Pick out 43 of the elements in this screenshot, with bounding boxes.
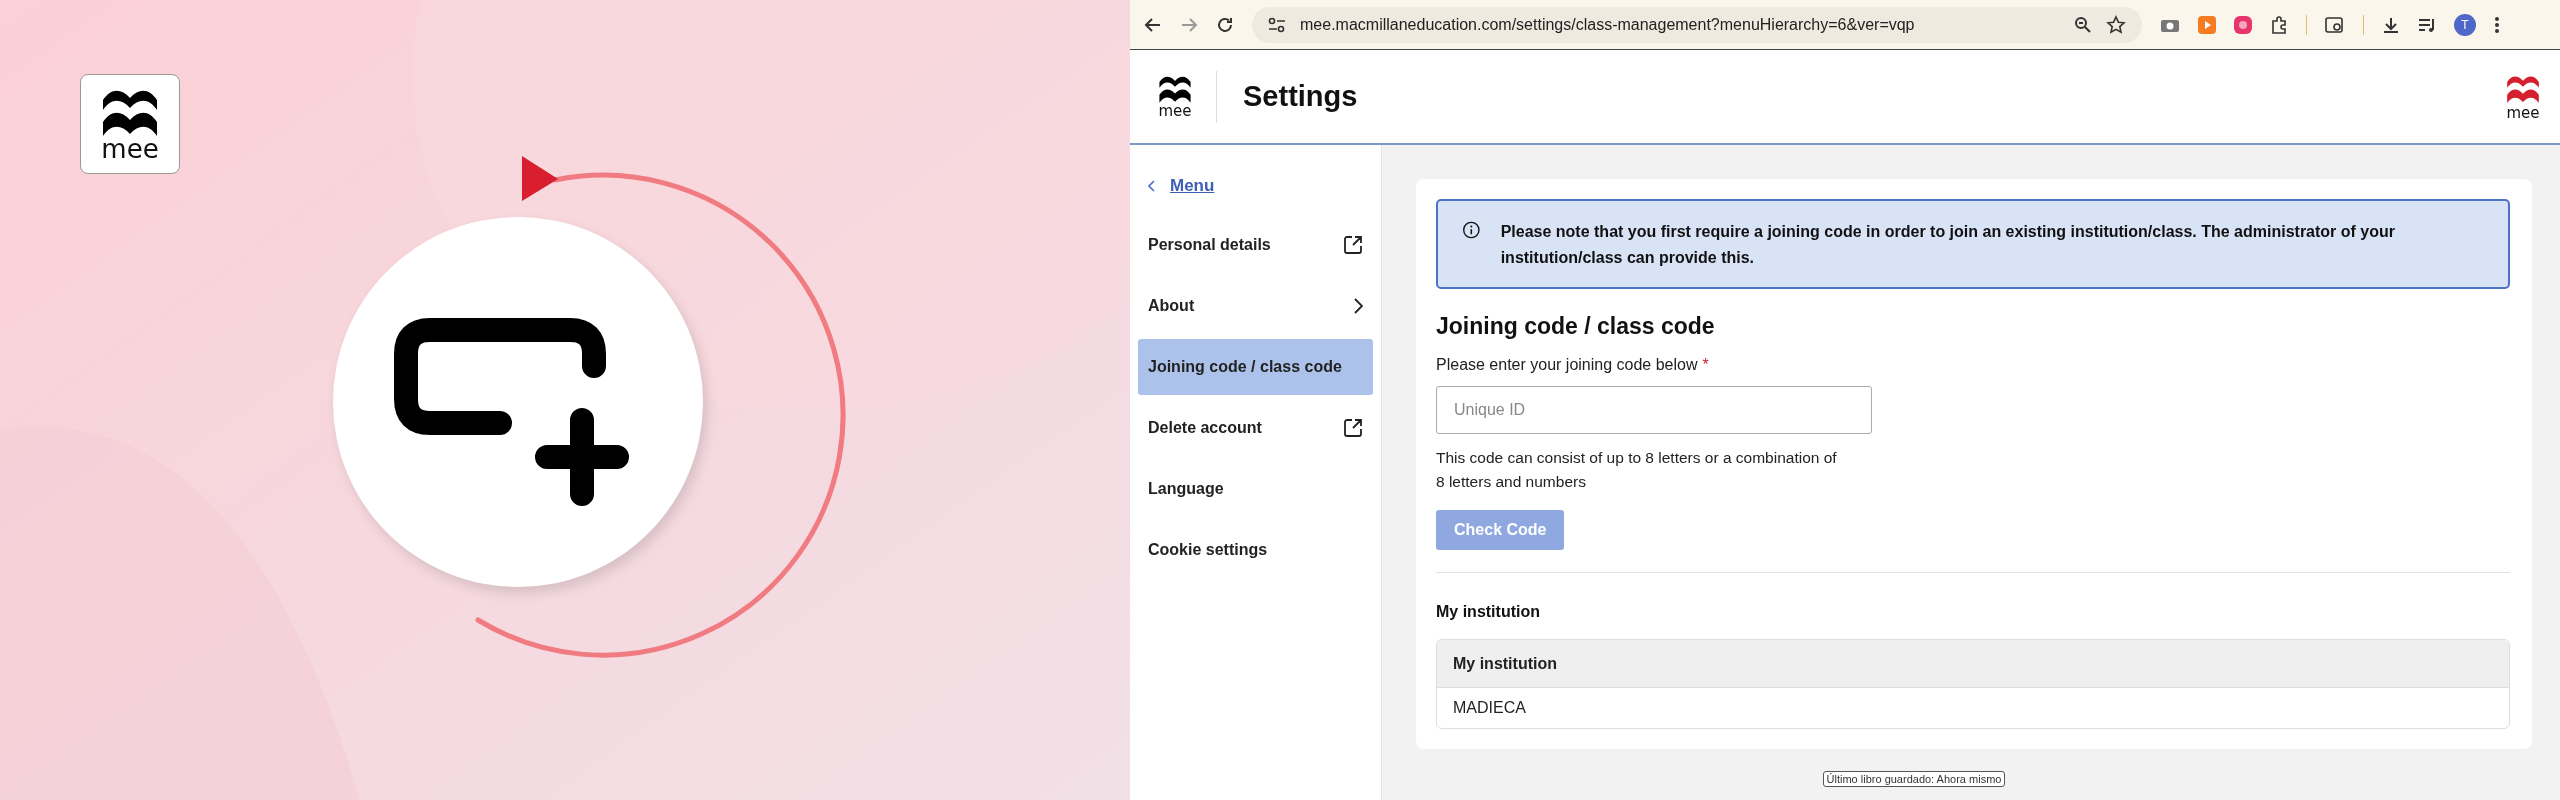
sidebar-item[interactable]: About	[1138, 278, 1373, 334]
menu-link[interactable]: Menu	[1170, 176, 1215, 196]
external-link-icon	[1343, 235, 1363, 255]
page-title: Settings	[1243, 80, 1358, 113]
zoom-icon[interactable]	[2074, 15, 2092, 34]
help-text: This code can consist of up to 8 letters or a combination of 8 letters and numbers	[1436, 448, 1838, 492]
waves-icon	[1158, 74, 1192, 104]
required-mark: *	[1702, 356, 1709, 374]
sidebar-item[interactable]: Delete account	[1138, 400, 1373, 456]
site-settings-icon[interactable]	[1268, 16, 1286, 33]
puzzle-icon[interactable]	[2270, 15, 2288, 34]
section-heading: Joining code / class code	[1436, 313, 1716, 340]
status-tooltip: Último libro guardado: Ahora mismo	[1822, 771, 2006, 787]
logo-text: mee	[1158, 104, 1192, 119]
joining-code-field[interactable]: Unique ID	[1436, 386, 1872, 434]
section-heading: My institution	[1436, 603, 1541, 621]
chevron-left-icon[interactable]	[1148, 180, 1156, 192]
extension-icon[interactable]	[2198, 15, 2216, 34]
menu-icon[interactable]	[2494, 15, 2500, 34]
logo-text: mee	[2506, 106, 2540, 121]
forward-icon[interactable]	[1180, 15, 1198, 34]
back-icon[interactable]	[1144, 15, 1162, 34]
download-icon[interactable]	[2382, 15, 2400, 34]
table-cell: MADIECA	[1453, 699, 1526, 717]
logo-text: mee	[101, 136, 159, 162]
reload-icon[interactable]	[1216, 15, 1234, 34]
tab-search-icon[interactable]	[2325, 15, 2345, 34]
url-text: mee.macmillaneducation.com/settings/class-management?menuHierarchy=6&ver=vqp	[1300, 15, 1915, 34]
profile-avatar[interactable]: T	[2454, 13, 2476, 36]
sidebar-item[interactable]: Cookie settings	[1138, 522, 1373, 578]
column-header: My institution	[1453, 654, 1557, 673]
chevron-right-icon	[1353, 298, 1363, 314]
notice-text: Please note that you first require a joining code in order to join an existing institution/class. The administrator of your institution/class can provide this.	[1500, 222, 2396, 268]
sidebar-item[interactable]: Joining code / class code	[1138, 339, 1373, 395]
extension-icon[interactable]	[2234, 15, 2252, 34]
brackets-plus-icon	[394, 318, 629, 506]
star-icon[interactable]	[2106, 14, 2126, 35]
address-bar[interactable]: mee.macmillaneducation.com/settings/class-management?menuHierarchy=6&ver=vqp	[1252, 6, 2142, 43]
sidebar-item[interactable]: Language	[1138, 461, 1373, 517]
field-label: Please enter your joining code below	[1436, 356, 1698, 374]
external-link-icon	[1343, 418, 1363, 438]
info-icon	[1462, 219, 1481, 241]
sidebar-item[interactable]: Personal details	[1138, 217, 1373, 273]
